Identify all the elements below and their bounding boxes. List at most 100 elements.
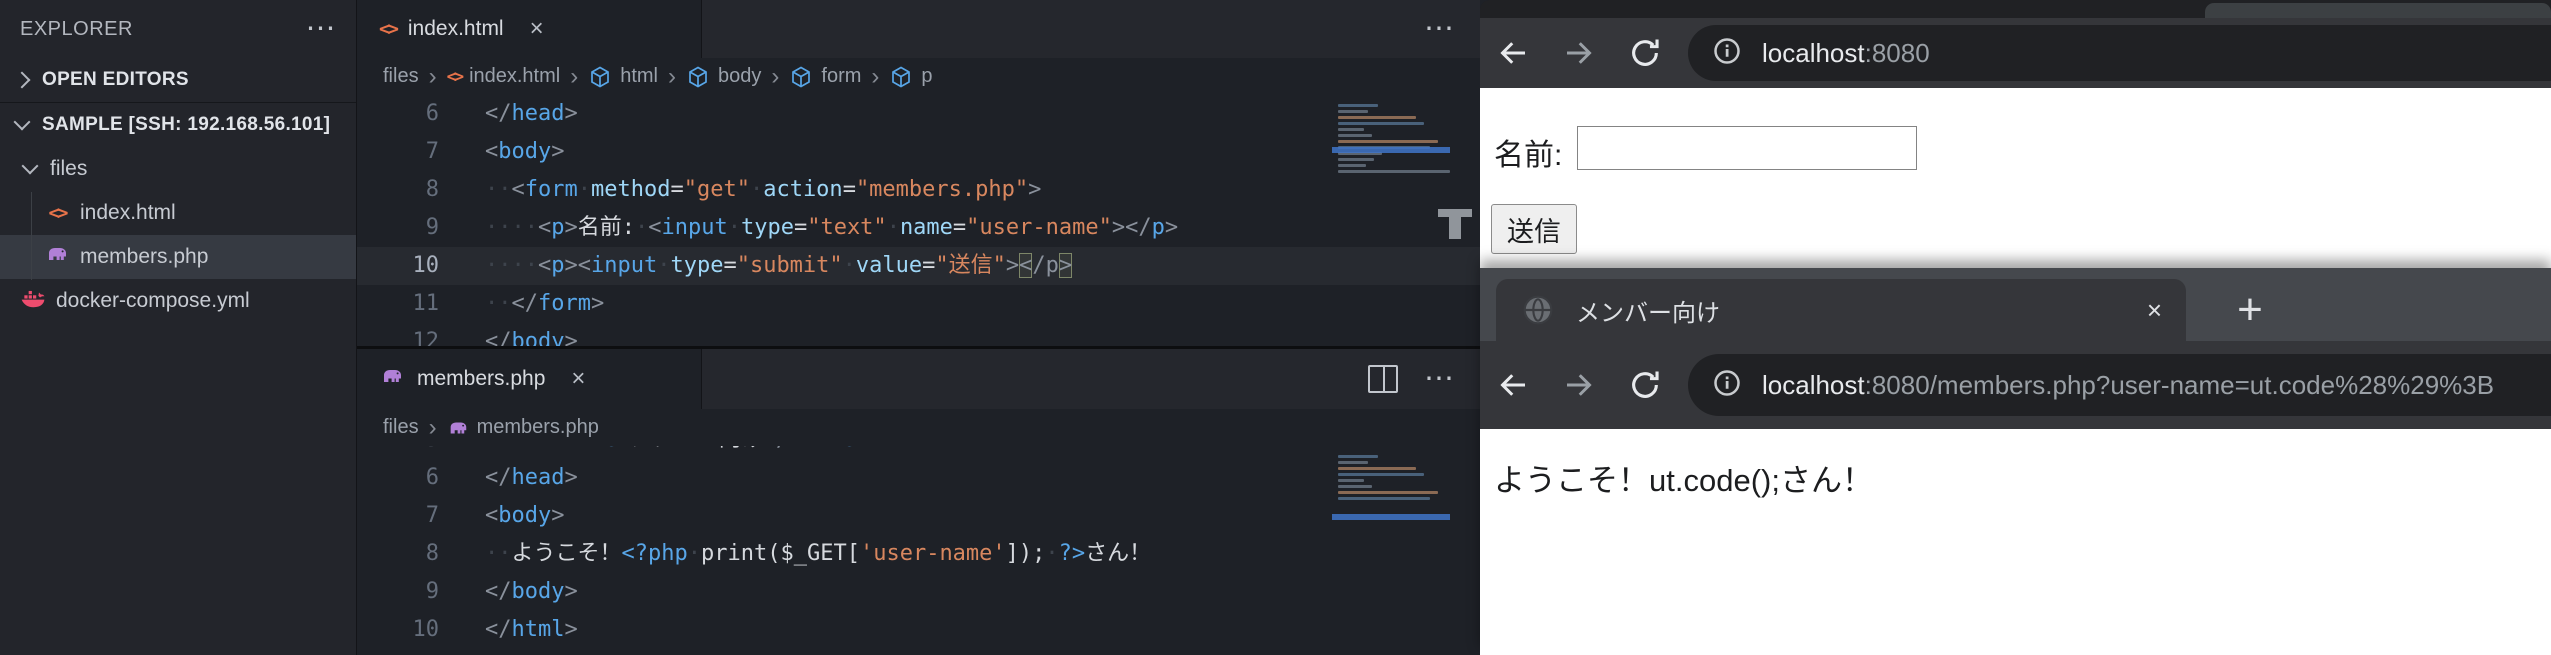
name-label: 名前:	[1494, 130, 1562, 174]
breadcrumb-item[interactable]: files	[383, 416, 419, 439]
code-line: 8··ようこそ！<?php·print($_GET['user-name']);…	[357, 535, 1480, 573]
code-line: 10····<p><input·type="submit"·value="送信"…	[357, 247, 1480, 285]
site-info-icon[interactable]	[1712, 368, 1742, 403]
welcome-text: ようこそ！ut.code();さん！	[1494, 455, 1873, 500]
new-tab-button[interactable]: +	[2220, 280, 2280, 340]
url-text: localhost:8080	[1762, 38, 1930, 69]
php-file-icon	[447, 417, 469, 439]
minimap[interactable]	[1332, 452, 1450, 500]
workspace-root-label: SAMPLE [SSH: 192.168.56.101]	[42, 114, 330, 136]
explorer-title: EXPLORER	[20, 18, 133, 41]
code-line: 6</head>	[357, 459, 1480, 497]
chevron-down-icon	[14, 114, 31, 131]
reload-button[interactable]	[1612, 36, 1678, 70]
code-editor-index-html[interactable]: 6</head>7<body>8··<form·method="get"·act…	[357, 95, 1480, 346]
tree-item-index-html[interactable]: <> index.html	[0, 191, 356, 235]
tab-members-php[interactable]: members.php ×	[357, 349, 702, 409]
browser-tab-partial[interactable]	[2205, 3, 2551, 18]
folder-label: files	[50, 157, 87, 181]
split-editor-icon[interactable]	[1368, 365, 1398, 393]
address-bar[interactable]: localhost:8080	[1688, 25, 2551, 81]
address-bar[interactable]: localhost:8080/members.php?user-name=ut.…	[1688, 354, 2551, 416]
forward-button[interactable]	[1546, 35, 1612, 71]
chevron-down-icon	[22, 158, 39, 175]
breadcrumb-item[interactable]: body	[718, 65, 761, 88]
scrollbar-slider[interactable]	[1438, 209, 1472, 239]
line-number: 7	[357, 497, 439, 535]
browser-stack: localhost:8080 名前: 送信 メンバー向け × +	[1480, 0, 2551, 655]
line-number: 11	[357, 285, 439, 323]
close-icon[interactable]: ×	[2147, 295, 2162, 326]
user-name-input[interactable]	[1577, 126, 1917, 170]
tree-item-members-php[interactable]: members.php	[0, 235, 356, 279]
editor-more-button[interactable]: ⋯	[1424, 364, 1454, 394]
symbol-cube-icon	[686, 65, 710, 89]
url-text: localhost:8080/members.php?user-name=ut.…	[1762, 370, 2494, 401]
file-label: docker-compose.yml	[56, 289, 250, 313]
tab-strip	[1480, 0, 2551, 18]
line-number: 6	[357, 95, 439, 133]
breadcrumb-item[interactable]: files	[383, 65, 419, 88]
tab-title: メンバー向け	[1576, 293, 1720, 328]
explorer-more-button[interactable]: ⋯	[306, 14, 337, 44]
breadcrumb-item[interactable]: index.html	[469, 65, 560, 88]
line-number: 9	[357, 209, 439, 247]
symbol-cube-icon	[889, 65, 913, 89]
vscode-window: EXPLORER ⋯ OPEN EDITORS SAMPLE [SSH: 192…	[0, 0, 1480, 655]
line-number: 7	[357, 133, 439, 171]
code-line: 8··<form·method="get"·action="members.ph…	[357, 171, 1480, 209]
breadcrumb-item[interactable]: html	[620, 65, 658, 88]
file-label: index.html	[80, 201, 176, 225]
chevron-separator: ›	[668, 63, 676, 91]
html-file-icon: <>	[379, 18, 396, 40]
breadcrumb: files › members.php	[357, 409, 1480, 446]
workspace-root[interactable]: SAMPLE [SSH: 192.168.56.101]	[0, 102, 356, 147]
submit-button[interactable]: 送信	[1491, 204, 1577, 254]
minimap[interactable]	[1332, 101, 1450, 173]
chevron-separator: ›	[871, 63, 879, 91]
forward-button[interactable]	[1546, 367, 1612, 403]
code-line: 12</body>	[357, 323, 1480, 346]
tree-folder-files[interactable]: files	[0, 147, 356, 191]
tab-strip: メンバー向け × +	[1480, 268, 2551, 341]
code-editor-members-php[interactable]: 5····<title>メンバー向け</title>6</head>7<body…	[357, 446, 1480, 655]
tab-bar: <> index.html × ⋯	[357, 0, 1480, 58]
minimap-selection	[1332, 514, 1450, 520]
browser-window-bottom: メンバー向け × + localhost:8080/members.php?us…	[1480, 268, 2551, 655]
editor-group-index-html: <> index.html × ⋯ files › <> index.html …	[357, 0, 1480, 346]
chevron-separator: ›	[429, 414, 437, 442]
tree-item-docker-compose[interactable]: docker-compose.yml	[0, 279, 356, 323]
docker-file-icon	[20, 285, 46, 317]
site-info-icon[interactable]	[1712, 36, 1742, 71]
line-number: 10	[357, 611, 439, 649]
back-button[interactable]	[1480, 35, 1546, 71]
code-line: 11··</form>	[357, 285, 1480, 323]
code-line: 7<body>	[357, 133, 1480, 171]
back-button[interactable]	[1480, 367, 1546, 403]
editor-more-button[interactable]: ⋯	[1424, 14, 1454, 44]
line-number: 6	[357, 459, 439, 497]
open-editors-section[interactable]: OPEN EDITORS	[0, 58, 356, 102]
close-icon[interactable]: ×	[571, 365, 585, 393]
code-line: 5····<title>メンバー向け</title>	[357, 446, 1480, 459]
minimap-selection	[1332, 147, 1450, 153]
chevron-separator: ›	[771, 63, 779, 91]
line-number: 12	[357, 323, 439, 346]
explorer-sidebar: EXPLORER ⋯ OPEN EDITORS SAMPLE [SSH: 192…	[0, 0, 357, 655]
symbol-cube-icon	[588, 65, 612, 89]
php-file-icon	[379, 364, 405, 394]
open-editors-label: OPEN EDITORS	[42, 69, 189, 91]
breadcrumb-item[interactable]: p	[921, 65, 932, 88]
editor-group-members-php: members.php × ⋯ files › members.php 5···…	[357, 349, 1480, 655]
symbol-cube-icon	[789, 65, 813, 89]
browser-tab-members[interactable]: メンバー向け ×	[1496, 279, 2186, 341]
close-icon[interactable]: ×	[530, 15, 544, 43]
reload-button[interactable]	[1612, 368, 1678, 402]
html-file-icon: <>	[447, 67, 461, 87]
breadcrumb-item[interactable]: form	[821, 65, 861, 88]
line-number: 8	[357, 535, 439, 573]
page-content: 名前: 送信	[1480, 88, 2551, 268]
breadcrumb-item[interactable]: members.php	[477, 416, 599, 439]
chevron-separator: ›	[429, 63, 437, 91]
tab-index-html[interactable]: <> index.html ×	[357, 0, 702, 58]
